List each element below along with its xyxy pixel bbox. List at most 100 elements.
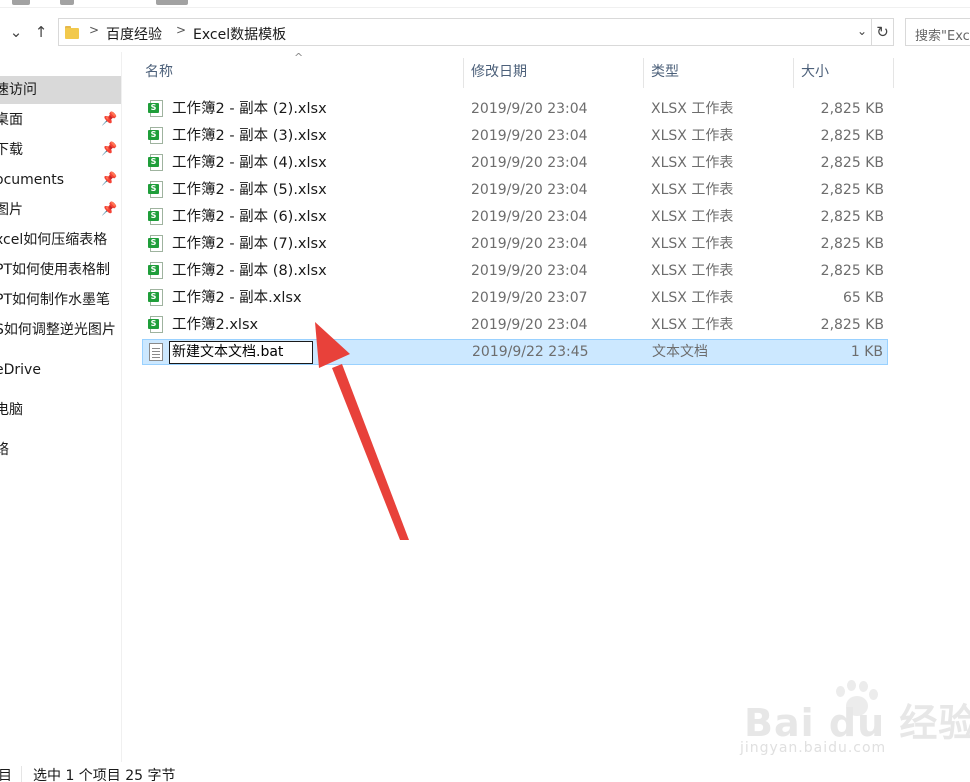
file-row[interactable]: S 工作簿2 - 副本 (6).xlsx 2019/9/20 23:04 XLS… <box>142 204 888 230</box>
sidebar-item-onedrive[interactable]: eDrive <box>0 356 121 384</box>
search-input[interactable]: 搜索"Exc <box>905 18 970 46</box>
sidebar-item-label: 络 <box>0 436 9 464</box>
excel-file-icon: S <box>148 208 164 226</box>
ribbon-strip <box>0 0 970 8</box>
file-type: XLSX 工作表 <box>651 209 734 225</box>
column-header-size[interactable]: 大小 <box>801 58 893 86</box>
file-name: 工作簿2 - 副本 (2).xlsx <box>172 101 327 117</box>
watermark-logo-text: Bai du 经验 <box>744 701 970 745</box>
file-row[interactable]: S 工作簿2 - 副本 (5).xlsx 2019/9/20 23:04 XLS… <box>142 177 888 203</box>
file-type: XLSX 工作表 <box>651 128 734 144</box>
file-name: 工作簿2 - 副本 (6).xlsx <box>172 209 327 225</box>
column-header-date[interactable]: 修改日期 <box>471 58 643 86</box>
excel-file-icon: S <box>148 235 164 253</box>
rename-input[interactable]: 新建文本文档.bat <box>169 341 313 364</box>
file-date: 2019/9/20 23:04 <box>471 236 588 252</box>
file-size: 2,825 KB <box>820 101 884 117</box>
search-placeholder: 搜索"Exc <box>915 29 970 44</box>
sidebar-item-quick-access[interactable]: 速访问 <box>0 76 121 104</box>
file-size: 1 KB <box>850 344 883 360</box>
annotation-arrow-shaft <box>332 364 409 540</box>
file-row-selected[interactable]: 新建文本文档.bat 2019/9/22 23:45 文本文档 1 KB <box>142 339 888 365</box>
column-header-name[interactable]: 名称 <box>145 58 463 86</box>
refresh-icon[interactable]: ↻ <box>872 18 894 46</box>
navigation-pane: 速访问 桌面 📌 下载 📌 ocuments 📌 图片 📌 xcel如何压缩表格 PT如… <box>0 52 122 762</box>
address-bar[interactable]: > 百度经验 > Excel数据模板 ⌄ <box>58 18 872 46</box>
file-type: XLSX 工作表 <box>651 155 734 171</box>
excel-file-icon: S <box>148 181 164 199</box>
file-row[interactable]: S 工作簿2 - 副本 (8).xlsx 2019/9/20 23:04 XLS… <box>142 258 888 284</box>
breadcrumb-excel-templates[interactable]: Excel数据模板 <box>193 24 286 44</box>
file-type: XLSX 工作表 <box>651 263 734 279</box>
status-selection: 选中 1 个项目 25 字节 <box>33 768 176 782</box>
file-name: 工作簿2.xlsx <box>172 317 259 333</box>
file-name: 工作簿2 - 副本 (8).xlsx <box>172 263 327 279</box>
column-divider[interactable] <box>643 58 644 88</box>
folder-icon <box>65 26 79 39</box>
excel-file-icon: S <box>148 316 164 334</box>
sidebar-item-label: PT如何制作水墨笔 <box>0 292 110 308</box>
file-date: 2019/9/20 23:04 <box>471 263 588 279</box>
file-date: 2019/9/22 23:45 <box>472 344 589 360</box>
breadcrumb-separator[interactable]: > <box>89 23 99 37</box>
file-row[interactable]: S 工作簿2 - 副本 (4).xlsx 2019/9/20 23:04 XLS… <box>142 150 888 176</box>
navigation-bar: ⌄ ↑ > 百度经验 > Excel数据模板 ⌄ ↻ 搜索"Exc <box>0 14 970 50</box>
baidu-jingyan-watermark: Bai du 经验 jingyan.baidu.com <box>720 672 970 762</box>
ribbon-fragment <box>60 0 74 5</box>
breadcrumb-baidu-jingyan[interactable]: 百度经验 <box>106 24 162 44</box>
sidebar-item-ppt-table-folder[interactable]: PT如何使用表格制 <box>0 256 121 284</box>
column-header-type[interactable]: 类型 <box>651 58 793 86</box>
file-name: 工作簿2 - 副本 (5).xlsx <box>172 182 327 198</box>
file-size: 65 KB <box>842 290 884 306</box>
ribbon-fragment <box>156 0 188 5</box>
excel-file-icon: S <box>148 127 164 145</box>
sidebar-item-this-pc[interactable]: 电脑 <box>0 396 121 424</box>
file-row[interactable]: S 工作簿2 - 副本.xlsx 2019/9/20 23:07 XLSX 工作… <box>142 285 888 311</box>
column-divider[interactable] <box>463 58 464 88</box>
breadcrumb-separator[interactable]: > <box>176 23 186 37</box>
status-bar: 目 选中 1 个项目 25 字节 <box>0 762 970 782</box>
file-date: 2019/9/20 23:04 <box>471 317 588 333</box>
pin-icon: 📌 <box>101 202 118 217</box>
sidebar-item-desktop[interactable]: 桌面 📌 <box>0 106 121 134</box>
recent-locations-chevron-icon[interactable]: ⌄ <box>6 22 26 42</box>
column-divider[interactable] <box>793 58 794 88</box>
file-date: 2019/9/20 23:07 <box>471 290 588 306</box>
sidebar-item-documents[interactable]: ocuments 📌 <box>0 166 121 194</box>
file-date: 2019/9/20 23:04 <box>471 155 588 171</box>
address-dropdown-icon[interactable]: ⌄ <box>857 24 867 38</box>
file-type: XLSX 工作表 <box>651 101 734 117</box>
rename-input-value: 新建文本文档.bat <box>172 344 284 360</box>
pin-icon: 📌 <box>101 172 118 187</box>
file-name: 工作簿2 - 副本.xlsx <box>172 290 302 306</box>
file-row[interactable]: S 工作簿2 - 副本 (2).xlsx 2019/9/20 23:04 XLS… <box>142 96 888 122</box>
sidebar-item-excel-folder[interactable]: xcel如何压缩表格 <box>0 226 121 254</box>
sidebar-item-ppt-ink-folder[interactable]: PT如何制作水墨笔 <box>0 286 121 314</box>
sidebar-item-label: 电脑 <box>0 402 23 418</box>
sidebar-item-pictures[interactable]: 图片 📌 <box>0 196 121 224</box>
up-arrow-icon[interactable]: ↑ <box>31 22 51 42</box>
watermark-url: jingyan.baidu.com <box>740 740 887 756</box>
sidebar-item-label: 图片 <box>0 202 23 218</box>
sidebar-item-label: ocuments <box>0 172 65 188</box>
file-type: 文本文档 <box>652 344 708 360</box>
excel-file-icon: S <box>148 289 164 307</box>
file-size: 2,825 KB <box>820 317 884 333</box>
excel-file-icon: S <box>148 262 164 280</box>
file-type: XLSX 工作表 <box>651 236 734 252</box>
sidebar-item-ps-backlight-folder[interactable]: S如何调整逆光图片 <box>0 316 121 344</box>
sidebar-item-label: xcel如何压缩表格 <box>0 232 108 248</box>
file-row[interactable]: S 工作簿2.xlsx 2019/9/20 23:04 XLSX 工作表 2,8… <box>142 312 888 338</box>
file-row[interactable]: S 工作簿2 - 副本 (7).xlsx 2019/9/20 23:04 XLS… <box>142 231 888 257</box>
file-size: 2,825 KB <box>820 155 884 171</box>
sidebar-item-network[interactable]: 络 <box>0 436 121 464</box>
file-size: 2,825 KB <box>820 263 884 279</box>
status-item-count: 目 <box>0 768 12 782</box>
file-date: 2019/9/20 23:04 <box>471 101 588 117</box>
sidebar-item-downloads[interactable]: 下载 📌 <box>0 136 121 164</box>
file-name: 工作簿2 - 副本 (3).xlsx <box>172 128 327 144</box>
file-type: XLSX 工作表 <box>651 182 734 198</box>
column-divider[interactable] <box>893 58 894 88</box>
file-row[interactable]: S 工作簿2 - 副本 (3).xlsx 2019/9/20 23:04 XLS… <box>142 123 888 149</box>
status-divider <box>21 766 22 782</box>
